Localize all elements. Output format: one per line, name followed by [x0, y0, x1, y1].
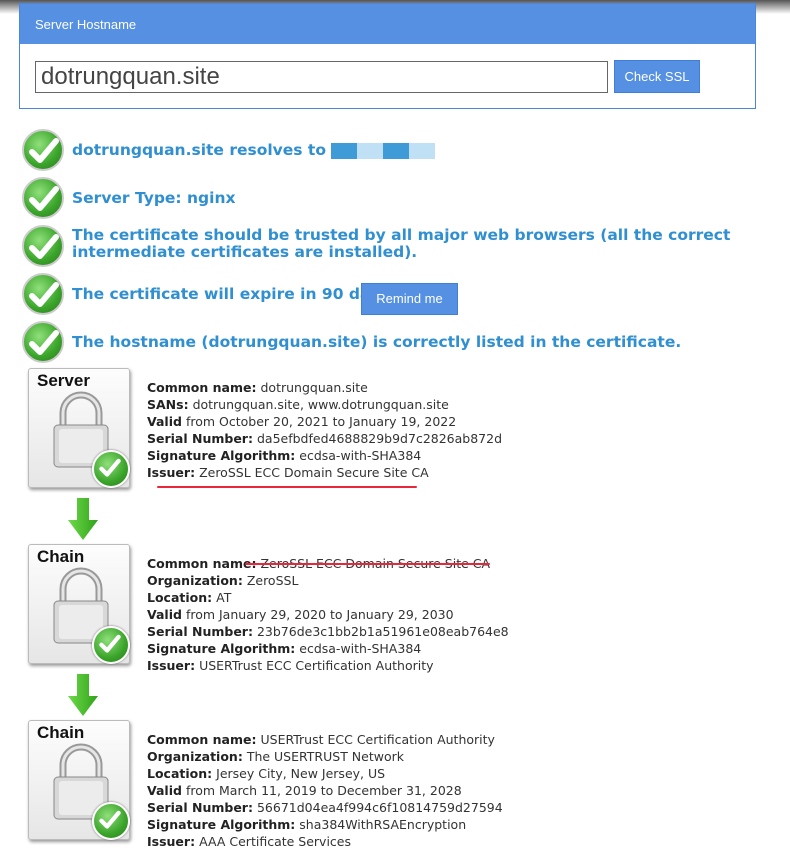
field-label: Common name: — [147, 556, 257, 571]
field-value: ecdsa-with-SHA384 — [299, 641, 422, 656]
field-label: Issuer: — [147, 658, 196, 673]
field-label: Signature Algorithm: — [147, 817, 296, 832]
cert-field: SANs: dotrungquan.site, www.dotrungquan.… — [147, 396, 502, 413]
field-label: Issuer: — [147, 834, 196, 849]
field-value: ZeroSSL ECC Domain Secure Site CA — [199, 465, 429, 480]
field-label: Location: — [147, 766, 213, 781]
remind-me-button[interactable]: Remind me — [361, 283, 458, 315]
hostname-input[interactable]: dotrungquan.site — [35, 61, 608, 93]
cert-field: Signature Algorithm: ecdsa-with-SHA384 — [147, 640, 509, 657]
cert-field: Valid from January 29, 2020 to January 2… — [147, 606, 509, 623]
result-message: dotrungquan.site resolves to — [72, 141, 436, 159]
cert-field: Signature Algorithm: sha384WithRSAEncryp… — [147, 816, 503, 833]
cert-field: Valid from October 20, 2021 to January 1… — [147, 413, 502, 430]
cert-field: Signature Algorithm: ecdsa-with-SHA384 — [147, 447, 502, 464]
cert-field: Issuer: USERTrust ECC Certification Auth… — [147, 657, 509, 674]
field-label: Serial Number: — [147, 800, 253, 815]
field-label: Common name: — [147, 380, 257, 395]
highlight-underline — [157, 486, 417, 488]
down-arrow-icon — [68, 674, 98, 720]
field-value: USERTrust ECC Certification Authority — [199, 658, 434, 673]
down-arrow-icon — [68, 498, 98, 544]
certificate-details: Common name: USERTrust ECC Certification… — [147, 731, 503, 850]
highlight-underline — [245, 563, 490, 565]
cert-field: Location: Jersey City, New Jersey, US — [147, 765, 503, 782]
hostname-panel: Server Hostname dotrungquan.site Check S… — [19, 3, 756, 109]
cert-field: Issuer: ZeroSSL ECC Domain Secure Site C… — [147, 464, 502, 481]
field-value: 23b76de3c1bb2b1a51961e08eab764e8 — [256, 624, 509, 639]
field-value: dotrungquan.site, www.dotrungquan.site — [192, 397, 449, 412]
cert-field: Common name: USERTrust ECC Certification… — [147, 731, 503, 748]
field-label: Serial Number: — [147, 431, 253, 446]
cert-field: Issuer: AAA Certificate Services — [147, 833, 503, 850]
field-value: from March 11, 2019 to December 31, 2028 — [185, 783, 462, 798]
success-check-icon — [22, 225, 64, 267]
success-check-icon — [22, 177, 64, 219]
redacted-ip — [331, 142, 436, 159]
result-message: The certificate will expire in 90 days. — [72, 286, 395, 303]
field-value: The USERTRUST Network — [246, 749, 404, 764]
cert-field: Serial Number: 23b76de3c1bb2b1a51961e08e… — [147, 623, 509, 640]
field-label: Signature Algorithm: — [147, 641, 296, 656]
field-value: Jersey City, New Jersey, US — [216, 766, 386, 781]
field-value: USERTrust ECC Certification Authority — [260, 732, 495, 747]
field-value: ecdsa-with-SHA384 — [299, 448, 422, 463]
certificate-icon: Chain — [28, 720, 132, 842]
field-value: ZeroSSL — [246, 573, 299, 588]
field-label: Valid — [147, 414, 182, 429]
cert-field: Location: AT — [147, 589, 509, 606]
result-text: The hostname (dotrungquan.site) is corre… — [72, 333, 682, 351]
field-label: Issuer: — [147, 465, 196, 480]
field-label: Signature Algorithm: — [147, 448, 296, 463]
cert-type-label: Server — [37, 371, 90, 390]
certificate-icon: Server — [28, 368, 132, 490]
field-value: sha384WithRSAEncryption — [299, 817, 467, 832]
cert-field: Organization: The USERTRUST Network — [147, 748, 503, 765]
cert-field: Serial Number: 56671d04ea4f994c6f1081475… — [147, 799, 503, 816]
cert-field: Organization: ZeroSSL — [147, 572, 509, 589]
field-value: 56671d04ea4f994c6f10814759d27594 — [256, 800, 503, 815]
field-value: AT — [216, 590, 232, 605]
cert-field: Valid from March 11, 2019 to December 31… — [147, 782, 503, 799]
field-value: from January 29, 2020 to January 29, 203… — [185, 607, 454, 622]
field-label: Serial Number: — [147, 624, 253, 639]
cert-type-label: Chain — [37, 547, 85, 566]
field-label: SANs: — [147, 397, 189, 412]
result-text: The certificate should be trusted by all… — [72, 226, 731, 261]
certificate-details: Common name: ZeroSSL ECC Domain Secure S… — [147, 555, 509, 674]
success-check-icon — [22, 321, 64, 363]
result-text: dotrungquan.site resolves to — [72, 141, 326, 159]
panel-header: Server Hostname — [20, 4, 755, 44]
field-label: Location: — [147, 590, 213, 605]
success-check-icon — [22, 129, 64, 171]
field-value: dotrungquan.site — [260, 380, 368, 395]
cert-field: Serial Number: da5efbdfed4688829b9d7c282… — [147, 430, 502, 447]
field-label: Valid — [147, 607, 182, 622]
result-text: Server Type: nginx — [72, 189, 236, 207]
cert-type-label: Chain — [37, 723, 85, 742]
success-check-icon — [22, 273, 64, 315]
field-label: Organization: — [147, 749, 243, 764]
check-ssl-button[interactable]: Check SSL — [614, 60, 700, 93]
field-value: AAA Certificate Services — [199, 834, 351, 849]
field-label: Common name: — [147, 732, 257, 747]
result-message: The hostname (dotrungquan.site) is corre… — [72, 334, 681, 351]
field-label: Organization: — [147, 573, 243, 588]
certificate-icon: Chain — [28, 544, 132, 666]
valid-check-icon — [92, 802, 130, 840]
result-text: The certificate will expire in 90 days. — [72, 285, 396, 303]
field-label: Valid — [147, 783, 182, 798]
result-message: The certificate should be trusted by all… — [72, 227, 762, 261]
field-value: da5efbdfed4688829b9d7c2826ab872d — [256, 431, 503, 446]
certificate-details: Common name: dotrungquan.site SANs: dotru… — [147, 379, 502, 481]
valid-check-icon — [92, 626, 130, 664]
result-message: Server Type: nginx — [72, 190, 236, 207]
cert-field: Common name: dotrungquan.site — [147, 379, 502, 396]
field-value: from October 20, 2021 to January 19, 202… — [185, 414, 457, 429]
valid-check-icon — [92, 450, 130, 488]
